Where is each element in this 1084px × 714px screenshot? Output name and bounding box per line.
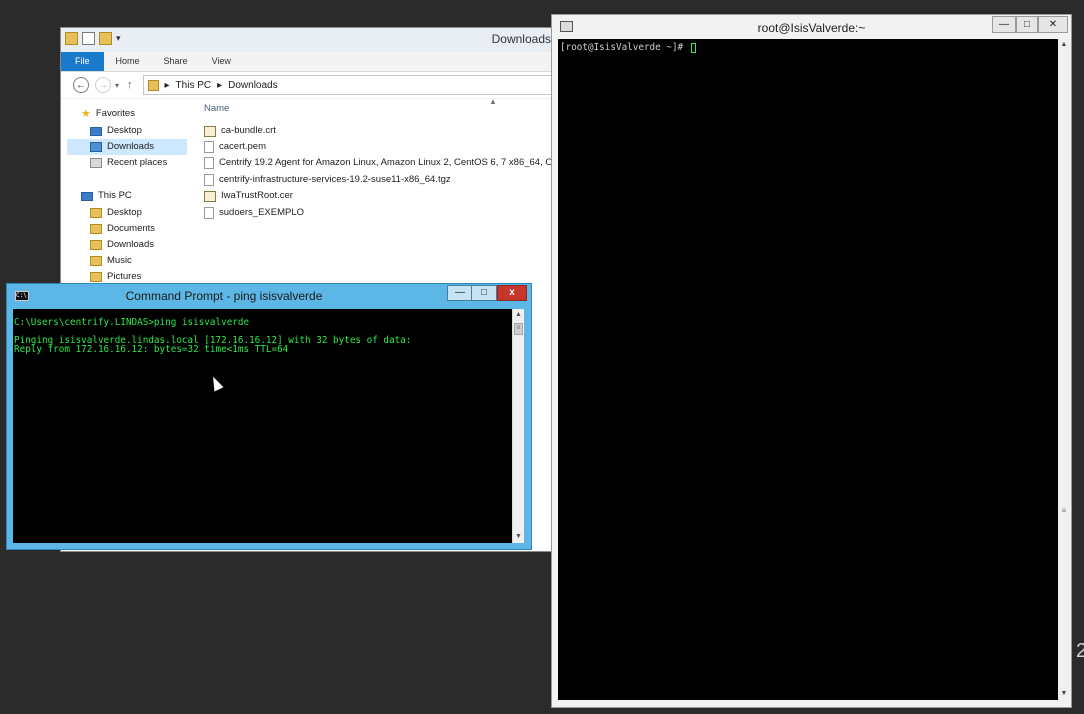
nav-this-pc[interactable]: This PC — [81, 188, 132, 204]
minimize-button[interactable]: — — [992, 16, 1016, 33]
new-folder-icon[interactable] — [99, 32, 112, 45]
file-name: sudoers_EXEMPLO — [219, 207, 305, 218]
file-row[interactable]: cacert.pem — [204, 139, 266, 155]
file-row[interactable]: Centrify 19.2 Agent for Amazon Linux, Am… — [204, 155, 560, 171]
scroll-up-icon[interactable]: ▲ — [1058, 39, 1070, 51]
breadcrumb-separator-icon: ▸ — [217, 79, 223, 91]
command-prompt-window[interactable]: C:\ Command Prompt - ping isisvalverde —… — [6, 283, 532, 550]
text-cursor — [690, 42, 696, 53]
file-name: IwaTrustRoot.cer — [221, 190, 293, 201]
nav-label: Downloads — [107, 141, 154, 152]
file-icon — [204, 174, 214, 186]
forward-button[interactable]: → — [95, 77, 111, 93]
file-row[interactable]: IwaTrustRoot.cer — [204, 188, 293, 204]
nav-label: Recent places — [107, 157, 168, 168]
tab-home[interactable]: Home — [104, 52, 152, 71]
close-button[interactable]: x — [497, 285, 527, 301]
folder-icon — [90, 240, 102, 250]
nav-label: This PC — [98, 190, 132, 201]
file-row[interactable]: ca-bundle.crt — [204, 123, 276, 139]
nav-item-music[interactable]: Music — [90, 253, 132, 269]
nav-favorites[interactable]: ★ Favorites — [81, 106, 135, 122]
nav-label: Documents — [107, 223, 156, 234]
properties-icon[interactable] — [82, 32, 95, 45]
scroll-thumb[interactable]: ≡ — [514, 323, 523, 335]
minimize-button[interactable]: — — [447, 285, 473, 301]
nav-label: Favorites — [95, 108, 135, 119]
folder-icon — [90, 256, 102, 266]
address-row: ← → ▾ ↑ ▸ This PC ▸ Downloads — [61, 72, 559, 99]
nav-item-documents[interactable]: Documents — [90, 221, 155, 237]
address-bar[interactable]: ▸ This PC ▸ Downloads — [142, 75, 559, 95]
folder-icon — [90, 224, 102, 234]
file-name: cacert.pem — [219, 141, 266, 152]
scroll-up-icon[interactable]: ▲ — [513, 309, 524, 321]
computer-icon — [81, 191, 93, 201]
folder-icon — [90, 208, 102, 218]
file-icon — [204, 157, 214, 169]
downloads-icon — [90, 142, 102, 152]
quick-access-toolbar: ▾ — [65, 32, 129, 45]
nav-item-downloads[interactable]: Downloads — [67, 139, 187, 155]
breadcrumb-separator-icon: ▸ — [164, 79, 170, 91]
terminal-output[interactable]: [root@IsisValverde ~]# — [558, 39, 1058, 700]
maximize-button[interactable]: □ — [471, 285, 497, 301]
explorer-titlebar[interactable]: ▾ Downloads — [61, 28, 559, 52]
certificate-file-icon — [204, 125, 216, 137]
terminal-scrollbar[interactable]: ▲ ≡ ▼ — [1058, 39, 1070, 700]
nav-item-desktop[interactable]: Desktop — [90, 123, 142, 139]
up-arrow-icon[interactable]: ↑ — [127, 79, 133, 91]
scroll-down-icon[interactable]: ▼ — [513, 531, 524, 543]
certificate-file-icon — [204, 190, 216, 202]
ribbon-tabs: File Home Share View — [61, 52, 559, 72]
folder-icon — [90, 272, 102, 282]
console-output[interactable]: C:\Users\centrify.LINDAS>ping isisvalver… — [13, 309, 512, 543]
breadcrumb-downloads[interactable]: Downloads — [228, 80, 277, 91]
console-line: Reply from 172.16.16.12: bytes=32 time<1… — [14, 344, 289, 355]
close-button[interactable]: ✕ — [1038, 16, 1068, 33]
nav-label: Desktop — [107, 207, 142, 218]
file-icon — [204, 141, 214, 153]
nav-label: Music — [107, 255, 132, 266]
scroll-thumb[interactable]: ≡ — [1060, 506, 1068, 515]
back-button[interactable]: ← — [73, 77, 89, 93]
command-prompt-title: Command Prompt - ping isisvalverde — [125, 289, 323, 303]
column-header-name[interactable]: Name — [204, 103, 229, 114]
file-name: Centrify 19.2 Agent for Amazon Linux, Am… — [219, 157, 560, 168]
file-row[interactable]: centrify-infrastructure-services-19.2-su… — [204, 172, 451, 188]
location-folder-icon — [147, 79, 159, 91]
nav-item-pc-desktop[interactable]: Desktop — [90, 205, 142, 221]
nav-item-pc-downloads[interactable]: Downloads — [90, 237, 154, 253]
tab-file[interactable]: File — [61, 52, 104, 71]
file-name: centrify-infrastructure-services-19.2-su… — [219, 174, 451, 185]
sort-ascending-icon: ▲ — [489, 97, 497, 106]
maximize-button[interactable]: □ — [1016, 16, 1038, 33]
recent-locations-icon[interactable]: ▾ — [115, 81, 119, 90]
tab-share[interactable]: Share — [152, 52, 200, 71]
star-icon: ★ — [81, 108, 91, 120]
file-icon — [204, 207, 214, 219]
ssh-terminal-window[interactable]: root@IsisValverde:~ — □ ✕ [root@IsisValv… — [551, 14, 1072, 708]
console-scrollbar[interactable]: ▲ ≡ ▼ — [512, 309, 524, 543]
nav-label: Downloads — [107, 239, 154, 250]
recent-places-icon — [90, 158, 102, 168]
breadcrumb-this-pc[interactable]: This PC — [176, 80, 212, 91]
partial-desktop-text: 2 — [1076, 640, 1084, 662]
file-name: ca-bundle.crt — [221, 125, 276, 136]
file-row[interactable]: sudoers_EXEMPLO — [204, 205, 304, 221]
folder-icon — [65, 32, 78, 45]
tab-view[interactable]: View — [200, 52, 243, 71]
customize-dropdown-icon[interactable]: ▾ — [116, 32, 129, 45]
desktop-icon — [90, 126, 102, 136]
console-line: C:\Users\centrify.LINDAS>ping isisvalver… — [14, 317, 250, 328]
shell-prompt: [root@IsisValverde ~]# — [560, 42, 689, 53]
nav-label: Desktop — [107, 125, 142, 136]
explorer-title: Downloads — [491, 32, 551, 46]
nav-item-recent-places[interactable]: Recent places — [90, 155, 167, 171]
scroll-down-icon[interactable]: ▼ — [1058, 688, 1070, 700]
